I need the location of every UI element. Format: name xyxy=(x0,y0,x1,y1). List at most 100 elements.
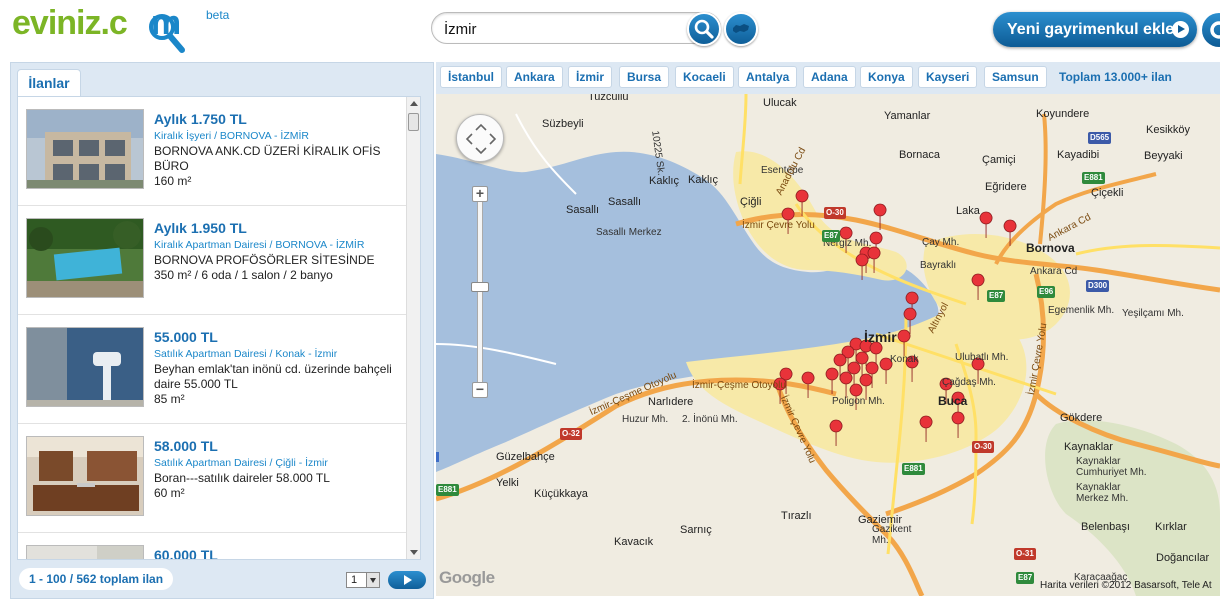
map-label: Çay Mh. xyxy=(922,237,960,248)
map-label: Yeşilçamı Mh. xyxy=(1122,308,1184,319)
listing-category[interactable]: Kiralık Apartman Dairesi / BORNOVA - İZM… xyxy=(154,239,364,251)
map-label: Çamiçi xyxy=(982,154,1016,166)
listing-price[interactable]: 58.000 TL xyxy=(154,438,218,454)
locate-map-button[interactable] xyxy=(724,12,758,46)
settings-button[interactable] xyxy=(1202,13,1220,47)
listing-price[interactable]: Aylık 1.750 TL xyxy=(154,111,247,127)
listing-description-text: BORNOVA PROFÖSÖRLER SİTESİNDE xyxy=(154,253,375,267)
map-label: Çiçekli xyxy=(1091,187,1124,199)
map-label: Eğridere xyxy=(985,181,1027,193)
chevron-down-icon[interactable] xyxy=(366,573,379,587)
zoom-in-button[interactable]: + xyxy=(472,186,488,202)
map-label: Yelki xyxy=(496,477,519,489)
listing-photo[interactable] xyxy=(26,109,144,189)
total-listings-label: Toplam 13.000+ ilan xyxy=(1059,70,1172,84)
listing-description: Beyhan emlak'tan inönü cd. üzerinde bahç… xyxy=(154,362,404,407)
city-button-konya[interactable]: Konya xyxy=(860,66,913,88)
listing-description-text: BORNOVA ANK.CD ÜZERİ KİRALIK OFİS BÜRO xyxy=(154,144,381,173)
listing-item[interactable]: Aylık 1.750 TL Kiralık İşyeri / BORNOVA … xyxy=(18,97,406,206)
arrow-right-icon xyxy=(1172,21,1189,38)
map-label: Kaklıç xyxy=(688,174,718,186)
map-label: Laka xyxy=(956,205,980,217)
city-button-samsun[interactable]: Samsun xyxy=(984,66,1047,88)
listing-photo[interactable] xyxy=(26,545,144,559)
listing-item[interactable]: 60.000 TL xyxy=(18,533,406,559)
listings-panel: İlanlar Aylık 1.750 TL Kiralık İşyeri / … xyxy=(10,62,434,599)
road-shield: E881 xyxy=(902,463,925,475)
listing-category[interactable]: Satılık Apartman Dairesi / Konak - İzmir xyxy=(154,348,337,360)
listing-description: Boran---satılık daireler 58.000 TL 60 m² xyxy=(154,471,404,501)
map-label: Yamanlar xyxy=(884,110,931,122)
listings-scrollbar[interactable] xyxy=(406,97,420,559)
map-label: Tuzcullu xyxy=(588,94,629,103)
road-shield: E881 xyxy=(1082,172,1105,184)
search-icon xyxy=(694,19,714,39)
map-label: Poligon Mh. xyxy=(832,396,885,407)
turkey-map-icon xyxy=(733,24,749,33)
zoom-out-button[interactable]: − xyxy=(472,382,488,398)
city-button-izmir[interactable]: İzmir xyxy=(568,66,613,88)
road-shield: O-31 xyxy=(1014,548,1036,560)
city-button-bursa[interactable]: Bursa xyxy=(619,66,670,88)
listing-category[interactable]: Kiralık İşyeri / BORNOVA - İZMİR xyxy=(154,130,309,142)
listing-details: 60 m² xyxy=(154,486,185,500)
map-label: Konak xyxy=(890,354,919,365)
tab-listings[interactable]: İlanlar xyxy=(17,69,81,97)
map-label: Ankara Cd xyxy=(1030,266,1078,277)
city-button-ankara[interactable]: Ankara xyxy=(506,66,563,88)
road-shield: O-30 xyxy=(824,207,846,219)
map-view[interactable]: Tuzcullu Ulucak Yamanlar Koyundere Süzbe… xyxy=(436,94,1220,596)
map-label: Kavacık xyxy=(614,536,654,548)
listing-photo[interactable] xyxy=(26,327,144,407)
map-label: Doğancılar xyxy=(1156,552,1210,564)
search-button[interactable] xyxy=(687,12,721,46)
map-label: Belenbaşı xyxy=(1081,521,1130,533)
listing-description-text: Beyhan emlak'tan inönü cd. üzerinde bahç… xyxy=(154,362,392,391)
next-page-button[interactable] xyxy=(388,571,426,589)
magnifier-logo-icon xyxy=(149,14,185,53)
listings-list: Aylık 1.750 TL Kiralık İşyeri / BORNOVA … xyxy=(17,96,421,560)
zoom-slider-track[interactable] xyxy=(477,194,483,390)
listing-photo[interactable] xyxy=(26,436,144,516)
map-label: Küçükkaya xyxy=(534,488,588,500)
map-label: Tırazlı xyxy=(781,510,812,522)
listing-category[interactable]: Satılık Apartman Dairesi / Çiğli - İzmir xyxy=(154,457,328,469)
pan-arrows-icon xyxy=(465,123,497,155)
scroll-up-arrow-icon[interactable] xyxy=(410,101,418,106)
city-button-istanbul[interactable]: İstanbul xyxy=(440,66,503,88)
map-label: 2. İnönü Mh. xyxy=(682,414,738,425)
search-input[interactable] xyxy=(444,18,684,40)
listing-description: BORNOVA PROFÖSÖRLER SİTESİNDE 350 m² / 6… xyxy=(154,253,404,283)
listing-price[interactable]: 60.000 TL xyxy=(154,547,218,559)
listing-item[interactable]: 58.000 TL Satılık Apartman Dairesi / Çiğ… xyxy=(18,424,406,533)
road-shield: E881 xyxy=(436,484,459,496)
map-label: Sasallı xyxy=(566,204,600,216)
map-label: Kırklar xyxy=(1155,521,1187,533)
listing-details: 160 m² xyxy=(154,174,192,188)
city-button-kayseri[interactable]: Kayseri xyxy=(918,66,978,88)
page-select[interactable]: 1 xyxy=(346,572,380,588)
listing-price[interactable]: 55.000 TL xyxy=(154,329,218,345)
header: eviniz.cm beta Yeni gayrimenkul ekle xyxy=(0,0,1220,60)
scrollbar-thumb[interactable] xyxy=(408,113,419,131)
map-label: Ulubatlı Mh. xyxy=(955,352,1009,363)
map-label: Gökdere xyxy=(1060,412,1103,424)
map-label: Süzbeyli xyxy=(542,118,584,130)
zoom-slider-handle[interactable] xyxy=(471,282,489,292)
city-button-kocaeli[interactable]: Kocaeli xyxy=(675,66,734,88)
add-listing-button[interactable]: Yeni gayrimenkul ekle xyxy=(993,12,1197,47)
search-box xyxy=(431,12,721,44)
road-shield: E87 xyxy=(1016,572,1035,584)
map-pan-control[interactable] xyxy=(456,114,504,162)
map-label: Egemenlik Mh. xyxy=(1048,305,1115,316)
map-label: Kaynaklar Cumhuriyet Mh. xyxy=(1076,456,1147,478)
map-label: Çağdaş Mh. xyxy=(942,377,996,388)
google-logo[interactable]: Google xyxy=(439,568,495,588)
city-button-adana[interactable]: Adana xyxy=(803,66,856,88)
scroll-down-arrow-icon[interactable] xyxy=(410,550,418,555)
listing-photo[interactable] xyxy=(26,218,144,298)
listing-item[interactable]: 55.000 TL Satılık Apartman Dairesi / Kon… xyxy=(18,315,406,424)
listing-item[interactable]: Aylık 1.950 TL Kiralık Apartman Dairesi … xyxy=(18,206,406,315)
listing-price[interactable]: Aylık 1.950 TL xyxy=(154,220,247,236)
city-button-antalya[interactable]: Antalya xyxy=(738,66,798,88)
